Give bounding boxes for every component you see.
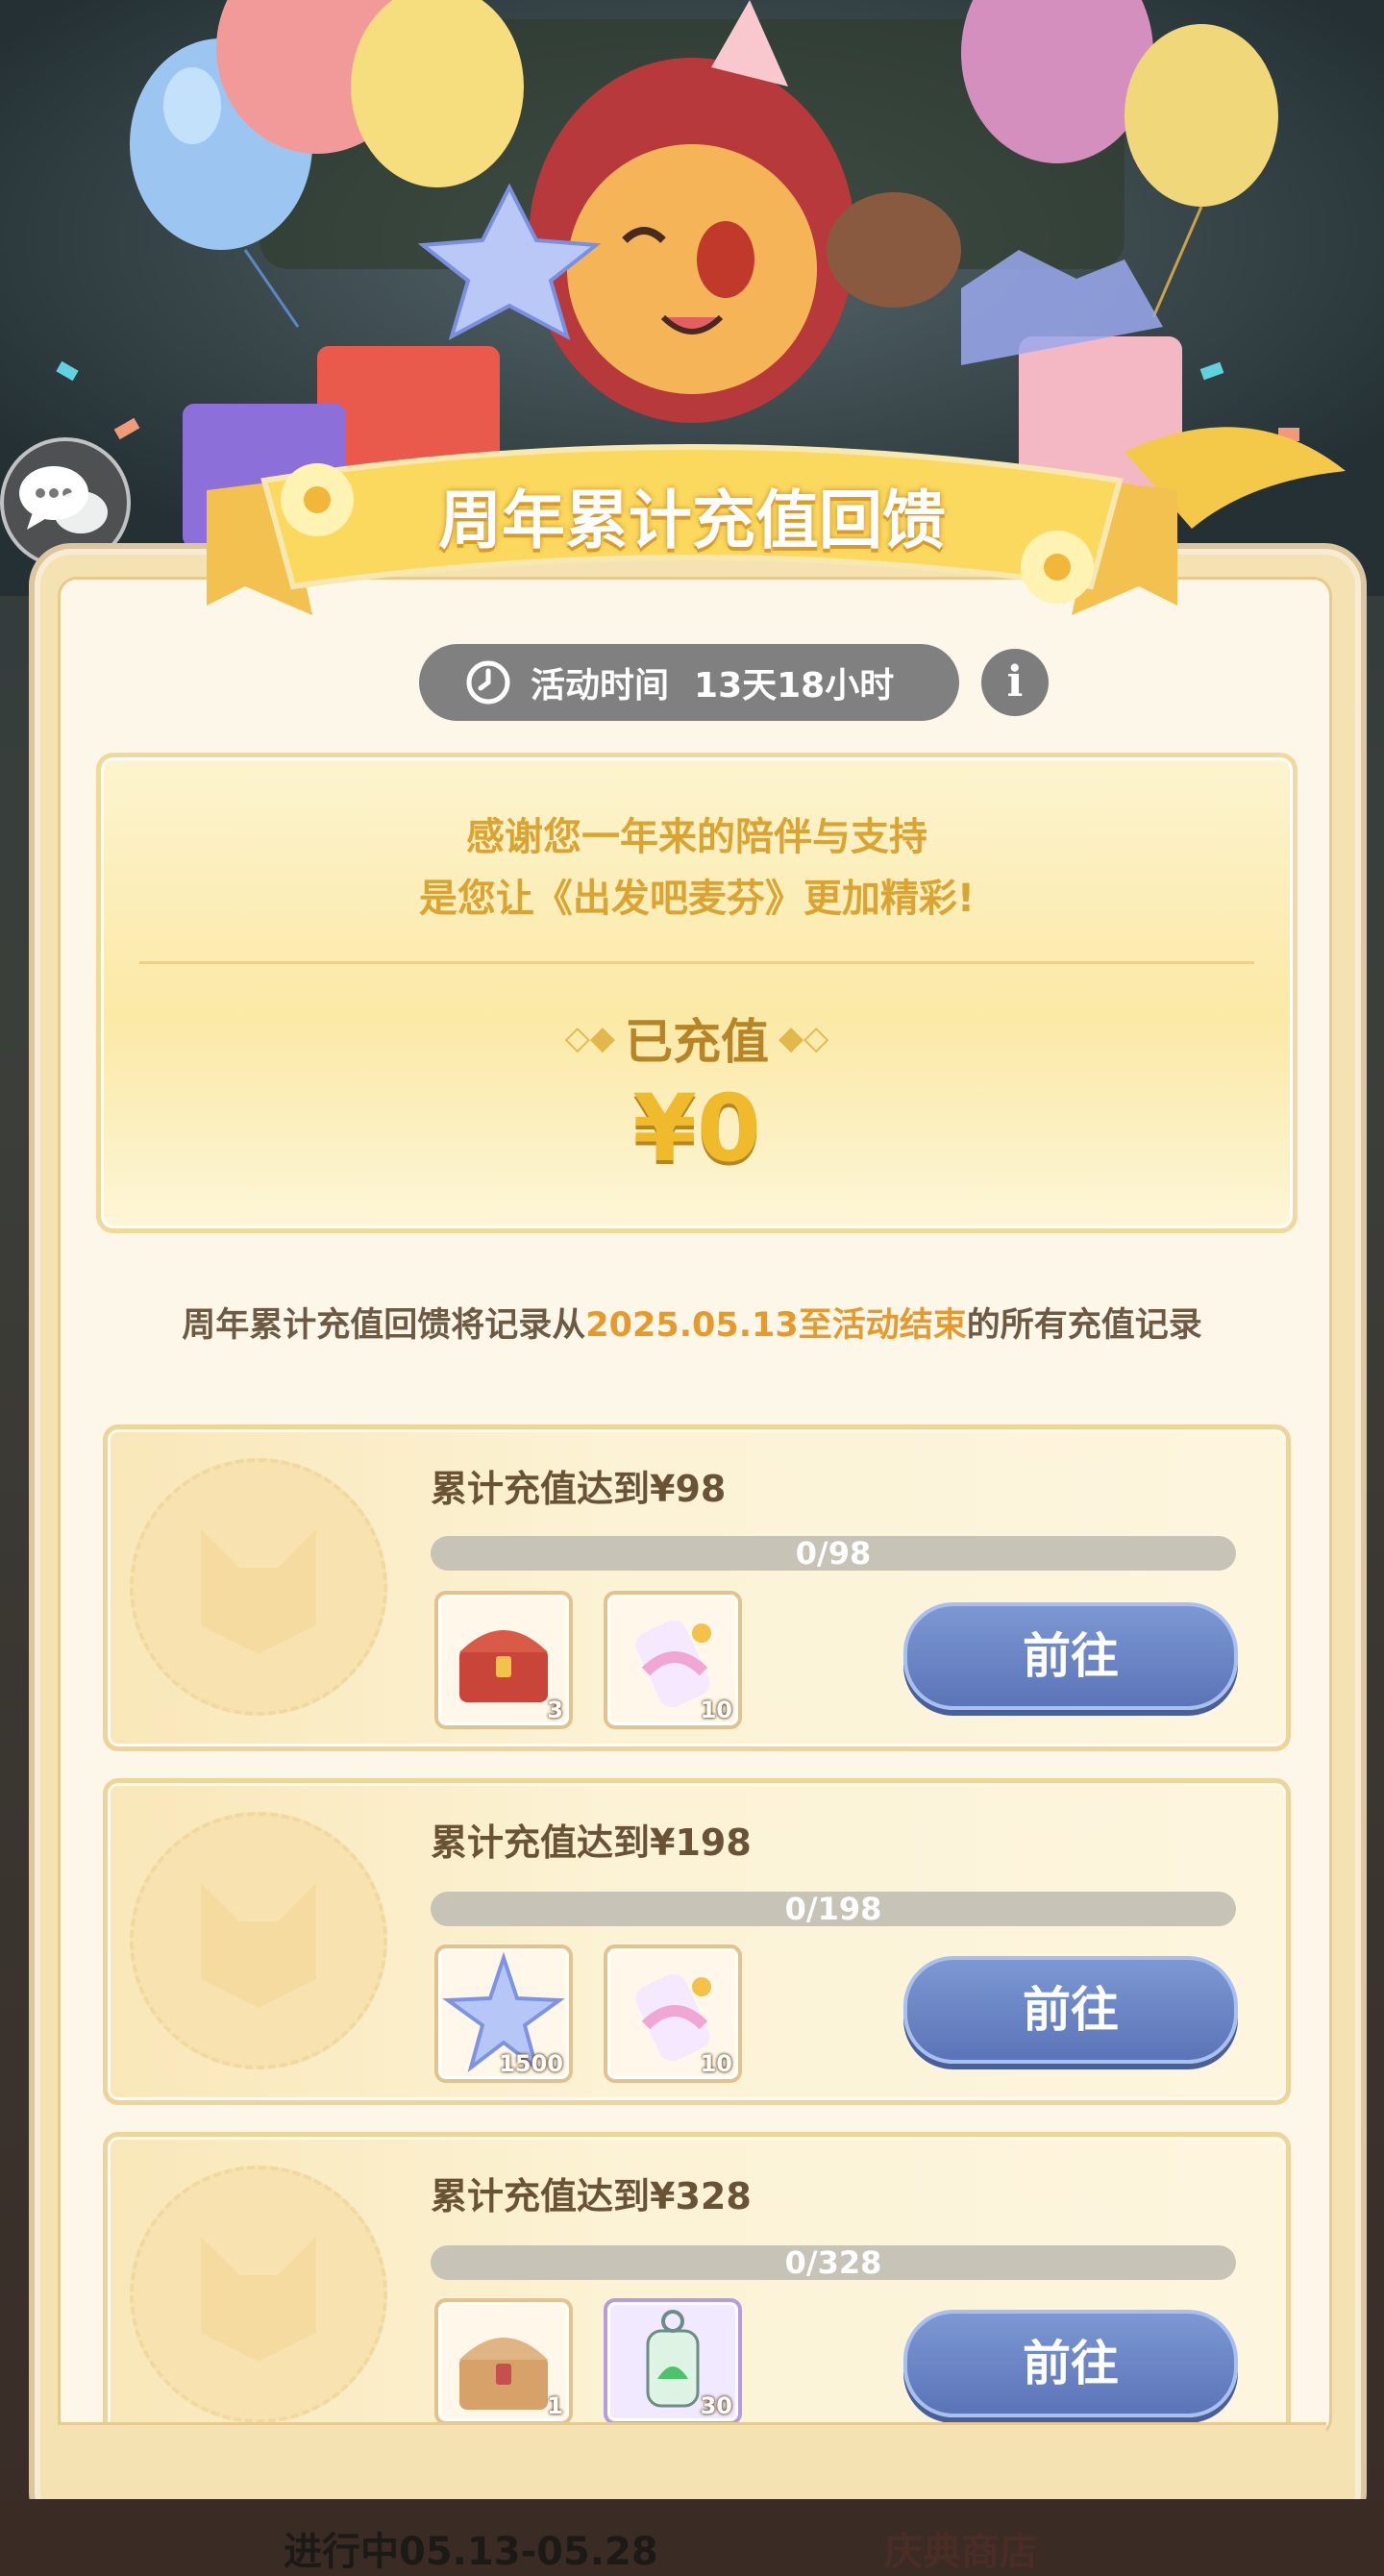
recharged-label: 已充值 (625, 1014, 769, 1070)
item-count: 10 (700, 2050, 732, 2077)
recharged-amount: ¥0 (632, 1075, 761, 1182)
tier-3-go-button[interactable]: 前往 (903, 2310, 1238, 2417)
item-count: 1 (547, 2392, 563, 2419)
reward-item-paint-bottle[interactable]: 10 (604, 1944, 742, 2083)
timer-value: 13天18小时 (694, 666, 895, 706)
activity-timer: 活动时间 13天18小时 (419, 644, 959, 721)
cat-emblem-icon (130, 1458, 387, 1716)
ornament-right-icon: ◆◇ (778, 1019, 829, 1057)
divider (139, 961, 1254, 964)
cat-emblem-icon (130, 1812, 387, 2069)
recharged-label-row: ◇◆ 已充值 ◆◇ (505, 1009, 889, 1070)
tier-1-go-button[interactable]: 前往 (903, 1602, 1238, 1710)
reward-item-green-potion[interactable]: 30 (604, 2298, 742, 2425)
note-highlight: 2025.05.13至活动结束 (585, 1306, 967, 1345)
info-button[interactable]: i (981, 649, 1049, 716)
bottom-bar: 进行中05.13-05.28 庆典商店 (0, 2499, 1384, 2576)
panel-footer-trim (58, 2422, 1326, 2483)
tier-3-title: 累计充值达到¥328 (431, 2175, 752, 2217)
tier-3-progress-bar: 0/328 (431, 2245, 1236, 2280)
tier-2-title: 累计充值达到¥198 (431, 1821, 752, 1864)
event-status: 进行中05.13-05.28 (284, 2530, 658, 2574)
reward-item-treasure-chest[interactable]: 1 (434, 2298, 573, 2425)
reward-item-paint-bottle[interactable]: 10 (604, 1591, 742, 1729)
tier-1-progress-bar: 0/98 (431, 1536, 1236, 1571)
note-prefix: 周年累计充值回馈将记录从 (182, 1306, 586, 1345)
cat-emblem-icon (130, 2166, 387, 2423)
item-count: 30 (700, 2392, 732, 2419)
item-count: 1500 (499, 2050, 563, 2077)
record-note: 周年累计充值回馈将记录从2025.05.13至活动结束的所有充值记录 (58, 1298, 1326, 1347)
thanks-line-2: 是您让《出发吧麦芬》更加精彩! (418, 877, 976, 921)
celebration-shop-link[interactable]: 庆典商店 (884, 2520, 1038, 2576)
banner-title: 周年累计充值回馈 (438, 483, 946, 557)
tier-1-title: 累计充值达到¥98 (431, 1468, 727, 1510)
ornament-left-icon: ◇◆ (564, 1019, 615, 1057)
tier-2-go-button[interactable]: 前往 (903, 1956, 1238, 2064)
tier-3-progress-text: 0/328 (784, 2244, 882, 2281)
info-icon: i (1006, 657, 1024, 706)
tier-1-progress-text: 0/98 (795, 1535, 872, 1572)
tier-2-progress-bar: 0/198 (431, 1892, 1236, 1926)
thanks-line-1: 感谢您一年来的陪伴与支持 (466, 815, 927, 859)
note-suffix: 的所有充值记录 (966, 1306, 1202, 1345)
item-count: 10 (700, 1697, 732, 1723)
item-count: 3 (547, 1697, 563, 1723)
reward-item-star-crystal[interactable]: 1500 (434, 1944, 573, 2083)
timer-label: 活动时间 (531, 666, 670, 706)
title-banner: 周年累计充值回馈 (207, 423, 1177, 620)
thanks-card: 感谢您一年来的陪伴与支持 是您让《出发吧麦芬》更加精彩! ◇◆ 已充值 ◆◇ ¥… (96, 753, 1298, 1233)
reward-item-treasure-chest[interactable]: 3 (434, 1591, 573, 1729)
clock-icon (465, 659, 511, 706)
tier-2-progress-text: 0/198 (784, 1891, 882, 1927)
